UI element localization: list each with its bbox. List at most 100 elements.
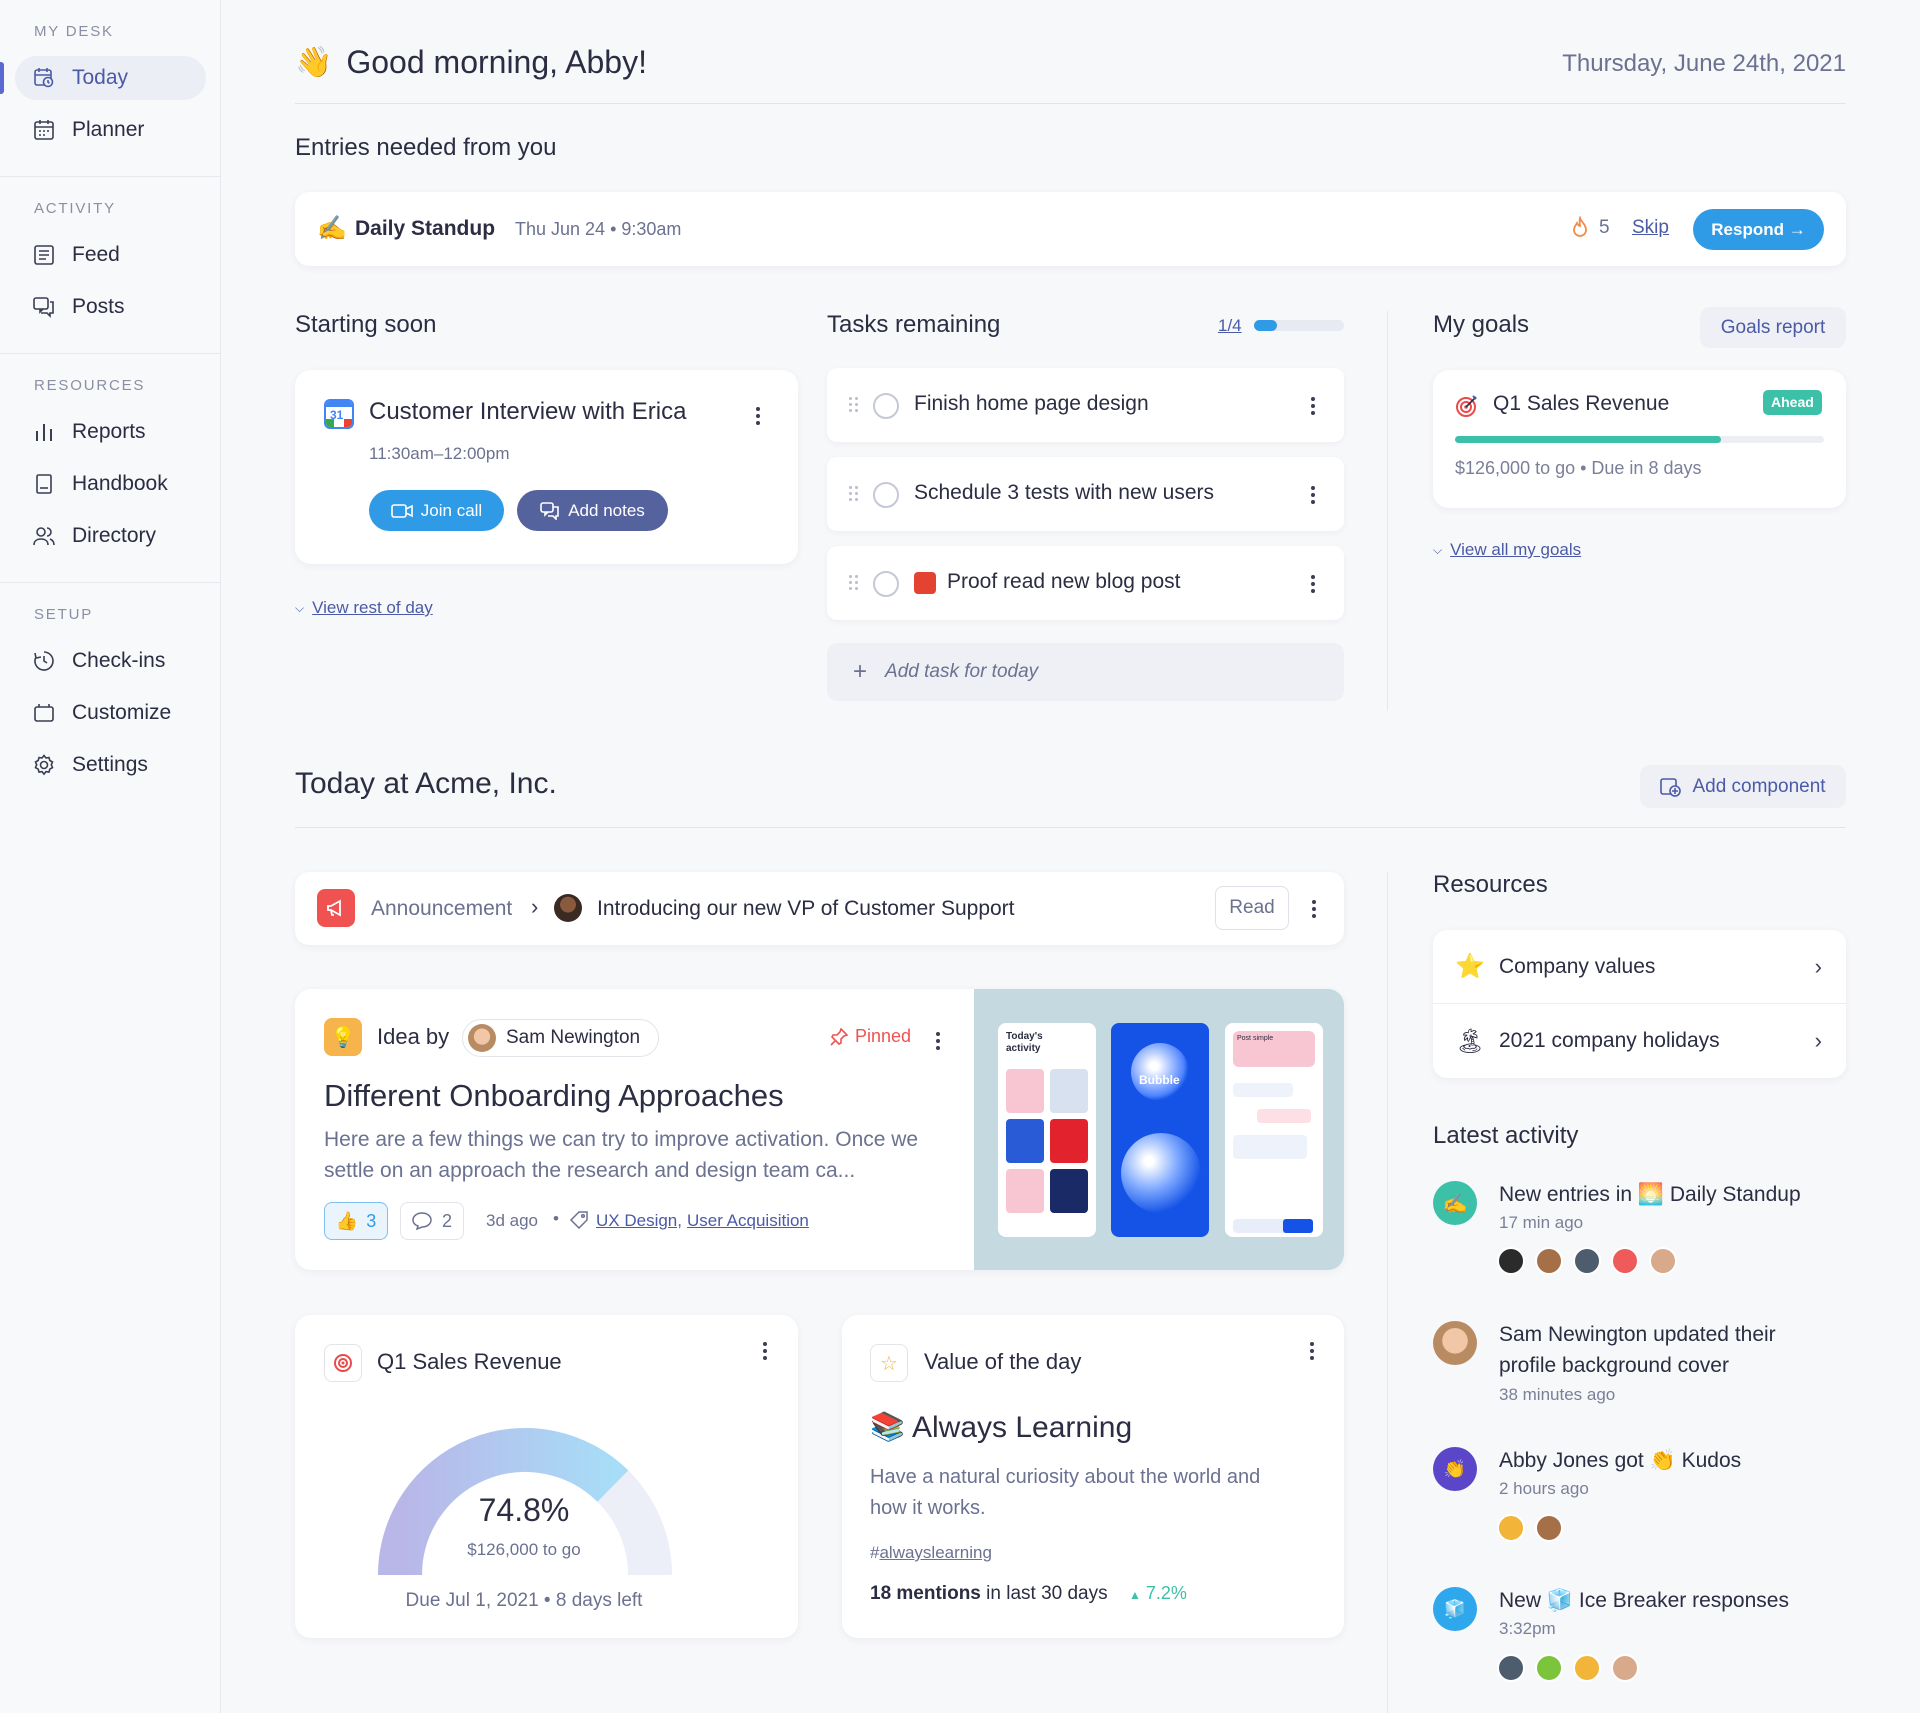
value-widget-menu-button[interactable] bbox=[1309, 1342, 1315, 1360]
view-rest-of-day-link[interactable]: ⌵ View rest of day bbox=[295, 598, 433, 618]
sidebar-item-planner[interactable]: Planner bbox=[15, 108, 206, 152]
activity-time: 3:32pm bbox=[1499, 1619, 1556, 1638]
mock-phone-screen: Bubble bbox=[1111, 1023, 1209, 1237]
resources-card: ⭐ Company values › 🏝 2021 company holida… bbox=[1433, 930, 1846, 1078]
task-menu-button[interactable] bbox=[1310, 397, 1316, 415]
add-component-icon bbox=[1660, 777, 1682, 797]
task-item[interactable]: Proof read new blog post bbox=[827, 546, 1344, 620]
announcement-category[interactable]: Announcement bbox=[371, 897, 512, 921]
sidebar-item-today[interactable]: Today bbox=[15, 56, 206, 100]
greeting: 👋 Good morning, Abby! bbox=[295, 44, 647, 81]
event-menu-button[interactable] bbox=[755, 407, 761, 425]
task-menu-button[interactable] bbox=[1310, 486, 1316, 504]
tag-ux-design[interactable]: UX Design, bbox=[596, 1211, 682, 1231]
calendar-icon bbox=[33, 119, 55, 141]
sidebar-item-handbook[interactable]: Handbook bbox=[15, 462, 206, 506]
section-setup: SETUP bbox=[34, 606, 94, 623]
avatar bbox=[1497, 1654, 1525, 1682]
task-progress-label[interactable]: 1/4 bbox=[1218, 316, 1242, 336]
separator-dot: • bbox=[553, 1209, 559, 1228]
video-icon bbox=[390, 503, 413, 518]
add-task-input[interactable]: + Add task for today bbox=[827, 643, 1344, 701]
announcement-menu-button[interactable] bbox=[1311, 900, 1317, 918]
kudos-avatar: 👏 bbox=[1433, 1447, 1477, 1491]
add-component-label: Add component bbox=[1692, 775, 1826, 797]
value-description: Have a natural curiosity about the world… bbox=[870, 1466, 1261, 1519]
goal-card[interactable]: Q1 Sales Revenue Ahead $126,000 to go • … bbox=[1433, 370, 1846, 508]
goals-report-button[interactable]: Goals report bbox=[1700, 307, 1846, 348]
sidebar-item-label: Handbook bbox=[72, 472, 168, 495]
idea-card[interactable]: 💡 Idea by Sam Newington Pinned Different… bbox=[295, 989, 1344, 1270]
add-notes-label: Add notes bbox=[568, 500, 645, 520]
sidebar-item-feed[interactable]: Feed bbox=[15, 233, 206, 277]
resource-item[interactable]: ⭐ Company values › bbox=[1433, 930, 1846, 1004]
entries-heading: Entries needed from you bbox=[295, 134, 557, 161]
join-call-button[interactable]: Join call bbox=[369, 490, 504, 531]
avatar bbox=[1573, 1247, 1601, 1275]
view-all-goals-link[interactable]: ⌵ View all my goals bbox=[1433, 540, 1581, 560]
comment-button[interactable]: 2 bbox=[400, 1202, 464, 1240]
sidebar-item-customize[interactable]: Customize bbox=[15, 691, 206, 735]
wave-emoji: 👋 bbox=[295, 46, 333, 79]
sidebar-item-posts[interactable]: Posts bbox=[15, 285, 206, 329]
idea-menu-button[interactable] bbox=[935, 1032, 941, 1050]
tasks-heading: Tasks remaining bbox=[827, 311, 1001, 338]
avatar bbox=[1611, 1654, 1639, 1682]
header-divider bbox=[295, 103, 1846, 104]
sidebar-item-reports[interactable]: Reports bbox=[15, 410, 206, 454]
bar-chart-icon bbox=[33, 421, 55, 443]
sidebar-item-label: Customize bbox=[72, 701, 172, 724]
notes-icon bbox=[540, 501, 560, 520]
drag-handle-icon[interactable] bbox=[849, 575, 859, 591]
target-icon bbox=[324, 1344, 362, 1382]
read-button[interactable]: Read bbox=[1215, 886, 1289, 930]
sidebar-item-label: Directory bbox=[72, 524, 157, 547]
ahead-badge: Ahead bbox=[1763, 390, 1822, 415]
hashtag-link[interactable]: #alwayslearning bbox=[870, 1543, 992, 1563]
sidebar-item-directory[interactable]: Directory bbox=[15, 514, 206, 558]
like-button[interactable]: 👍 3 bbox=[324, 1202, 388, 1240]
add-component-button[interactable]: Add component bbox=[1640, 765, 1846, 808]
pin-icon bbox=[830, 1027, 848, 1046]
comment-count: 2 bbox=[441, 1210, 452, 1231]
task-menu-button[interactable] bbox=[1310, 575, 1316, 593]
author-chip[interactable]: Sam Newington bbox=[462, 1019, 660, 1057]
book-icon bbox=[33, 473, 55, 495]
column-divider bbox=[1387, 311, 1388, 711]
avatar bbox=[468, 1024, 496, 1052]
resource-item[interactable]: 🏝 2021 company holidays › bbox=[1433, 1004, 1846, 1078]
add-notes-button[interactable]: Add notes bbox=[517, 490, 668, 531]
view-all-goals-label: View all my goals bbox=[1450, 540, 1582, 559]
task-checkbox[interactable] bbox=[873, 482, 899, 508]
avatar bbox=[1497, 1514, 1525, 1542]
streak-count: 5 bbox=[1599, 217, 1610, 238]
chevron-down-icon: ⌵ bbox=[1433, 542, 1443, 557]
section-resources: RESOURCES bbox=[34, 377, 146, 394]
task-item[interactable]: Schedule 3 tests with new users bbox=[827, 457, 1344, 531]
folder-icon bbox=[33, 702, 55, 724]
sidebar-item-check-ins[interactable]: Check-ins bbox=[15, 639, 206, 683]
drag-handle-icon[interactable] bbox=[849, 397, 859, 413]
sales-widget-menu-button[interactable] bbox=[762, 1342, 768, 1360]
task-item[interactable]: Finish home page design bbox=[827, 368, 1344, 442]
task-checkbox[interactable] bbox=[873, 571, 899, 597]
sales-widget: Q1 Sales Revenue 74.8% $126,000 to go Du… bbox=[295, 1315, 798, 1638]
task-checkbox[interactable] bbox=[873, 393, 899, 419]
trend-up: ▲ 7.2% bbox=[1129, 1583, 1187, 1603]
value-name: Always Learning bbox=[912, 1411, 1133, 1444]
mock-phone-screen: Post simple bbox=[1225, 1023, 1323, 1237]
section-my-desk: MY DESK bbox=[34, 23, 114, 40]
announcement-card[interactable]: Announcement › Introducing our new VP of… bbox=[295, 872, 1344, 945]
active-indicator bbox=[0, 62, 4, 94]
flame-icon bbox=[1570, 214, 1590, 240]
skip-link[interactable]: Skip bbox=[1632, 217, 1669, 239]
drag-handle-icon[interactable] bbox=[849, 486, 859, 502]
respond-button[interactable]: Respond → bbox=[1693, 209, 1824, 250]
event-title: Customer Interview with Erica bbox=[369, 398, 687, 425]
people-icon bbox=[33, 525, 55, 547]
sidebar-item-settings[interactable]: Settings bbox=[15, 743, 206, 787]
add-task-placeholder: Add task for today bbox=[885, 661, 1039, 682]
idea-image: Today's activity Bubble Post simple bbox=[974, 989, 1344, 1270]
task-progress-bar bbox=[1254, 320, 1344, 331]
tag-user-acquisition[interactable]: User Acquisition bbox=[687, 1211, 809, 1231]
